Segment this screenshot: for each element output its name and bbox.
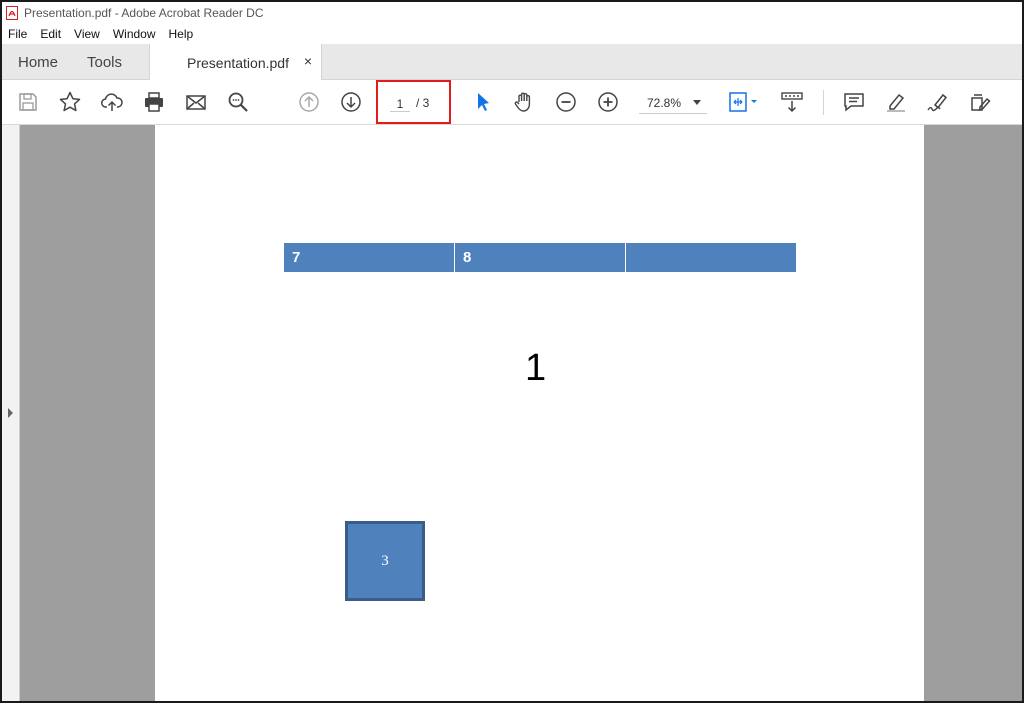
highlight-icon[interactable] <box>883 89 909 115</box>
comment-icon[interactable] <box>841 89 867 115</box>
table-cell <box>626 243 796 272</box>
tab-document[interactable]: Presentation.pdf × <box>149 44 322 81</box>
find-icon[interactable] <box>225 89 251 115</box>
toolbar: / 3 72.8% <box>2 80 1022 125</box>
next-page-icon[interactable] <box>338 89 364 115</box>
page-number-input[interactable] <box>390 96 410 112</box>
chevron-down-icon <box>693 100 701 105</box>
tab-home[interactable]: Home <box>18 44 58 80</box>
navigation-pane-toggle[interactable] <box>2 125 20 701</box>
zoom-in-icon[interactable] <box>595 89 621 115</box>
zoom-level-dropdown[interactable]: 72.8% <box>639 92 707 114</box>
zoom-level-value: 72.8% <box>647 95 682 110</box>
sign-icon[interactable] <box>925 89 951 115</box>
square-label: 3 <box>381 552 389 569</box>
fit-page-icon[interactable] <box>725 89 761 115</box>
upload-icon[interactable] <box>99 89 125 115</box>
tab-document-label: Presentation.pdf <box>187 54 289 71</box>
tab-tools[interactable]: Tools <box>87 44 122 80</box>
scroll-mode-icon[interactable] <box>779 89 805 115</box>
blue-square-shape: 3 <box>345 521 425 601</box>
menu-window[interactable]: Window <box>113 27 156 41</box>
print-icon[interactable] <box>141 89 167 115</box>
document-viewport[interactable]: 7 8 1 3 <box>2 125 1022 701</box>
close-tab-icon[interactable]: × <box>304 53 312 69</box>
menu-edit[interactable]: Edit <box>40 27 61 41</box>
page-total-label: / 3 <box>416 96 430 110</box>
prev-page-icon[interactable] <box>296 89 322 115</box>
slide-number-text: 1 <box>525 347 547 389</box>
menu-file[interactable]: File <box>8 27 27 41</box>
pdf-page: 7 8 1 3 <box>155 125 924 701</box>
select-arrow-icon[interactable] <box>469 89 495 115</box>
page-navigation-box: / 3 <box>376 80 451 124</box>
email-icon[interactable] <box>183 89 209 115</box>
save-icon[interactable] <box>15 89 41 115</box>
table-cell: 8 <box>455 243 626 272</box>
title-bar: Presentation.pdf - Adobe Acrobat Reader … <box>2 2 1022 24</box>
star-icon[interactable] <box>57 89 83 115</box>
zoom-out-icon[interactable] <box>553 89 579 115</box>
menu-help[interactable]: Help <box>169 27 194 41</box>
toolbar-separator <box>823 90 824 115</box>
tab-bar: Home Tools Presentation.pdf × <box>2 44 1022 81</box>
content-table: 7 8 <box>284 243 796 272</box>
fill-sign-icon[interactable] <box>967 89 993 115</box>
table-cell: 7 <box>284 243 455 272</box>
hand-icon[interactable] <box>511 89 537 115</box>
window-title: Presentation.pdf - Adobe Acrobat Reader … <box>24 6 264 20</box>
menu-bar: File Edit View Window Help <box>2 24 1022 44</box>
acrobat-app-icon <box>6 6 18 20</box>
acrobat-window: Presentation.pdf - Adobe Acrobat Reader … <box>0 0 1024 703</box>
menu-view[interactable]: View <box>74 27 100 41</box>
expand-arrow-icon <box>8 408 13 418</box>
